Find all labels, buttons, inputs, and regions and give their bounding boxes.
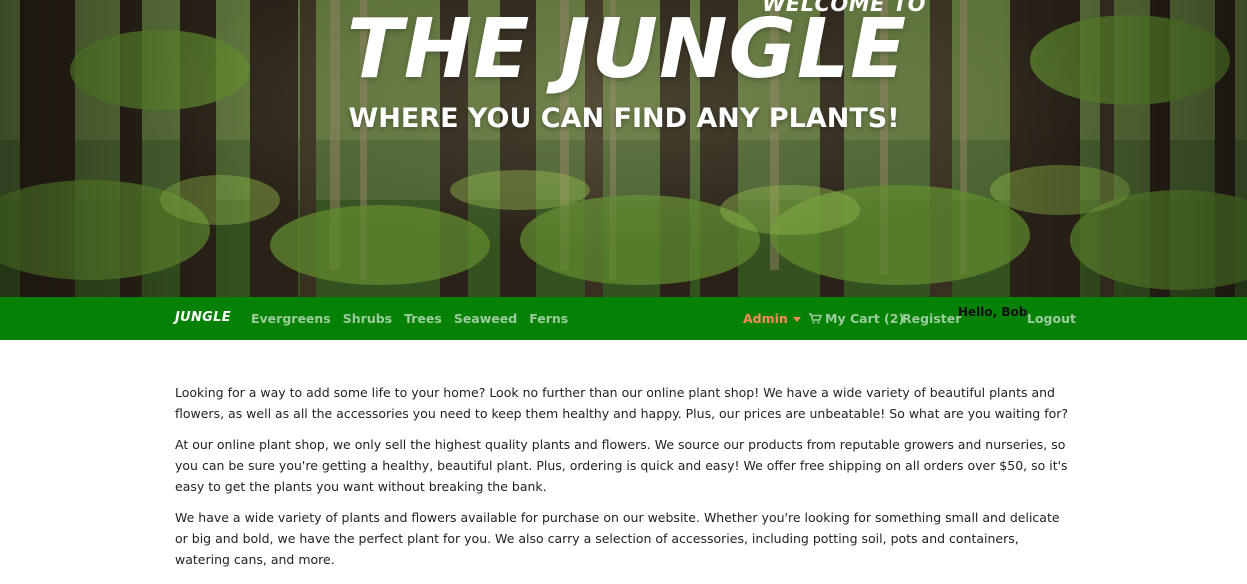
- intro-content: Looking for a way to add some life to yo…: [175, 382, 1075, 580]
- cart-label: My Cart (2): [825, 311, 905, 326]
- nav-link-shrubs[interactable]: Shrubs: [343, 311, 392, 326]
- category-links: Evergreens Shrubs Trees Seaweed Ferns: [251, 311, 568, 326]
- navbar-container: JUNGLE Evergreens Shrubs Trees Seaweed F…: [175, 297, 1076, 340]
- hero-banner: WELCOME TO THE JUNGLE WHERE YOU CAN FIND…: [0, 0, 1247, 297]
- brand-link[interactable]: JUNGLE: [175, 310, 231, 325]
- intro-paragraph: Looking for a way to add some life to yo…: [175, 385, 1069, 421]
- nav-link-evergreens[interactable]: Evergreens: [251, 311, 331, 326]
- shopping-cart-icon: [809, 313, 822, 324]
- cart-link[interactable]: My Cart (2): [809, 311, 904, 326]
- hero-tagline: WHERE YOU CAN FIND ANY PLANTS!: [348, 103, 900, 134]
- admin-label: Admin: [743, 311, 788, 326]
- register-link[interactable]: Register: [902, 311, 961, 326]
- intro-paragraph: We have a wide variety of plants and flo…: [175, 510, 1060, 567]
- caret-down-icon: [792, 317, 801, 322]
- logout-link[interactable]: Logout: [1027, 311, 1076, 326]
- nav-link-trees[interactable]: Trees: [404, 311, 442, 326]
- intro-paragraph: At our online plant shop, we only sell t…: [175, 437, 1068, 494]
- main-navbar: JUNGLE Evergreens Shrubs Trees Seaweed F…: [0, 297, 1247, 340]
- nav-link-ferns[interactable]: Ferns: [529, 311, 568, 326]
- nav-link-seaweed[interactable]: Seaweed: [454, 311, 517, 326]
- admin-dropdown[interactable]: Admin: [743, 311, 801, 326]
- hero-title: THE JUNGLE: [346, 2, 908, 97]
- user-greeting: Hello, Bob: [958, 305, 1028, 319]
